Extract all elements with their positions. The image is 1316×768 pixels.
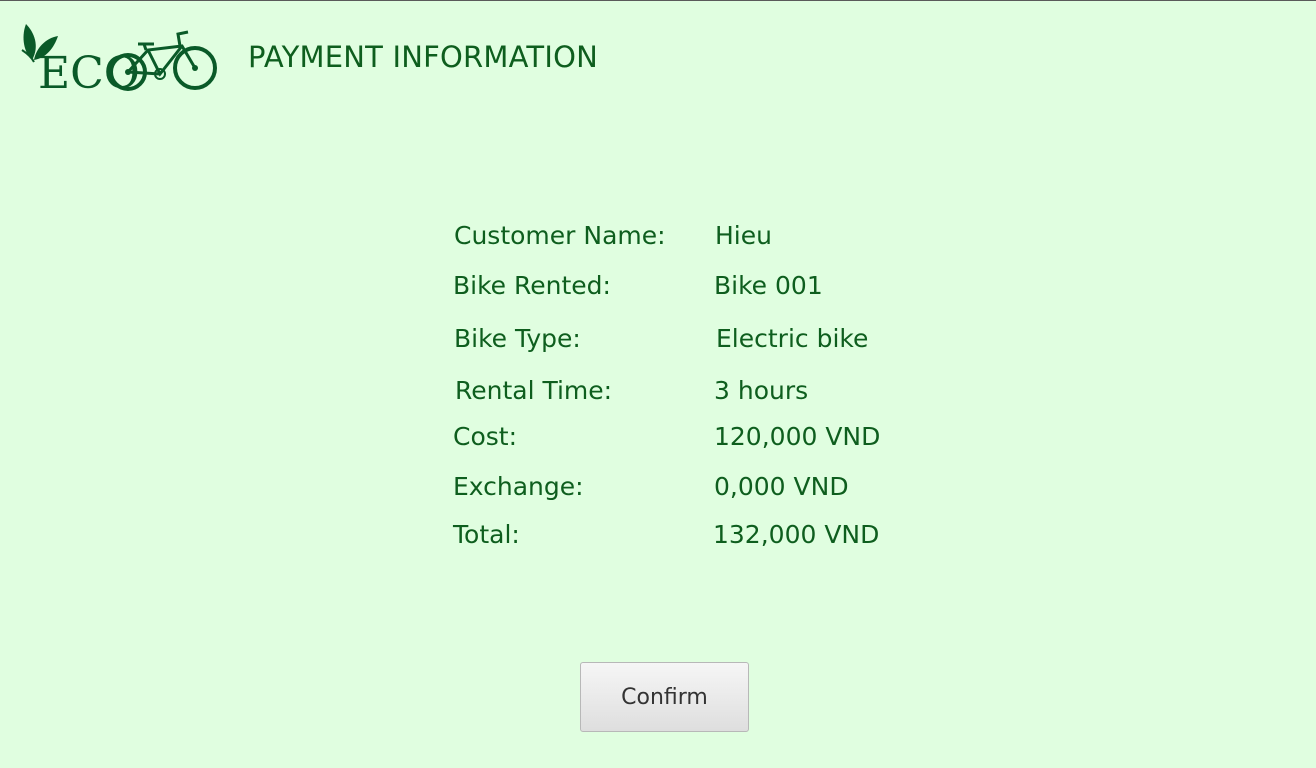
eco-bike-logo: ECO (20, 20, 224, 96)
window-top-border (0, 0, 1316, 1)
exchange-value: 0,000 VND (714, 472, 849, 501)
cost-label: Cost: (453, 422, 518, 451)
bike-rented-label: Bike Rented: (453, 271, 611, 300)
bike-rented-value: Bike 001 (714, 271, 823, 300)
cost-value: 120,000 VND (714, 422, 881, 451)
rental-time-value: 3 hours (714, 376, 809, 405)
total-value: 132,000 VND (713, 520, 880, 549)
rental-time-label: Rental Time: (455, 376, 613, 405)
page-title: PAYMENT INFORMATION (248, 40, 599, 74)
total-label: Total: (453, 520, 520, 549)
exchange-label: Exchange: (453, 472, 584, 501)
customer-name-label: Customer Name: (454, 221, 666, 250)
bike-type-value: Electric bike (716, 324, 869, 353)
bike-type-label: Bike Type: (454, 324, 581, 353)
confirm-button[interactable]: Confirm (580, 662, 749, 732)
customer-name-value: Hieu (715, 221, 772, 250)
